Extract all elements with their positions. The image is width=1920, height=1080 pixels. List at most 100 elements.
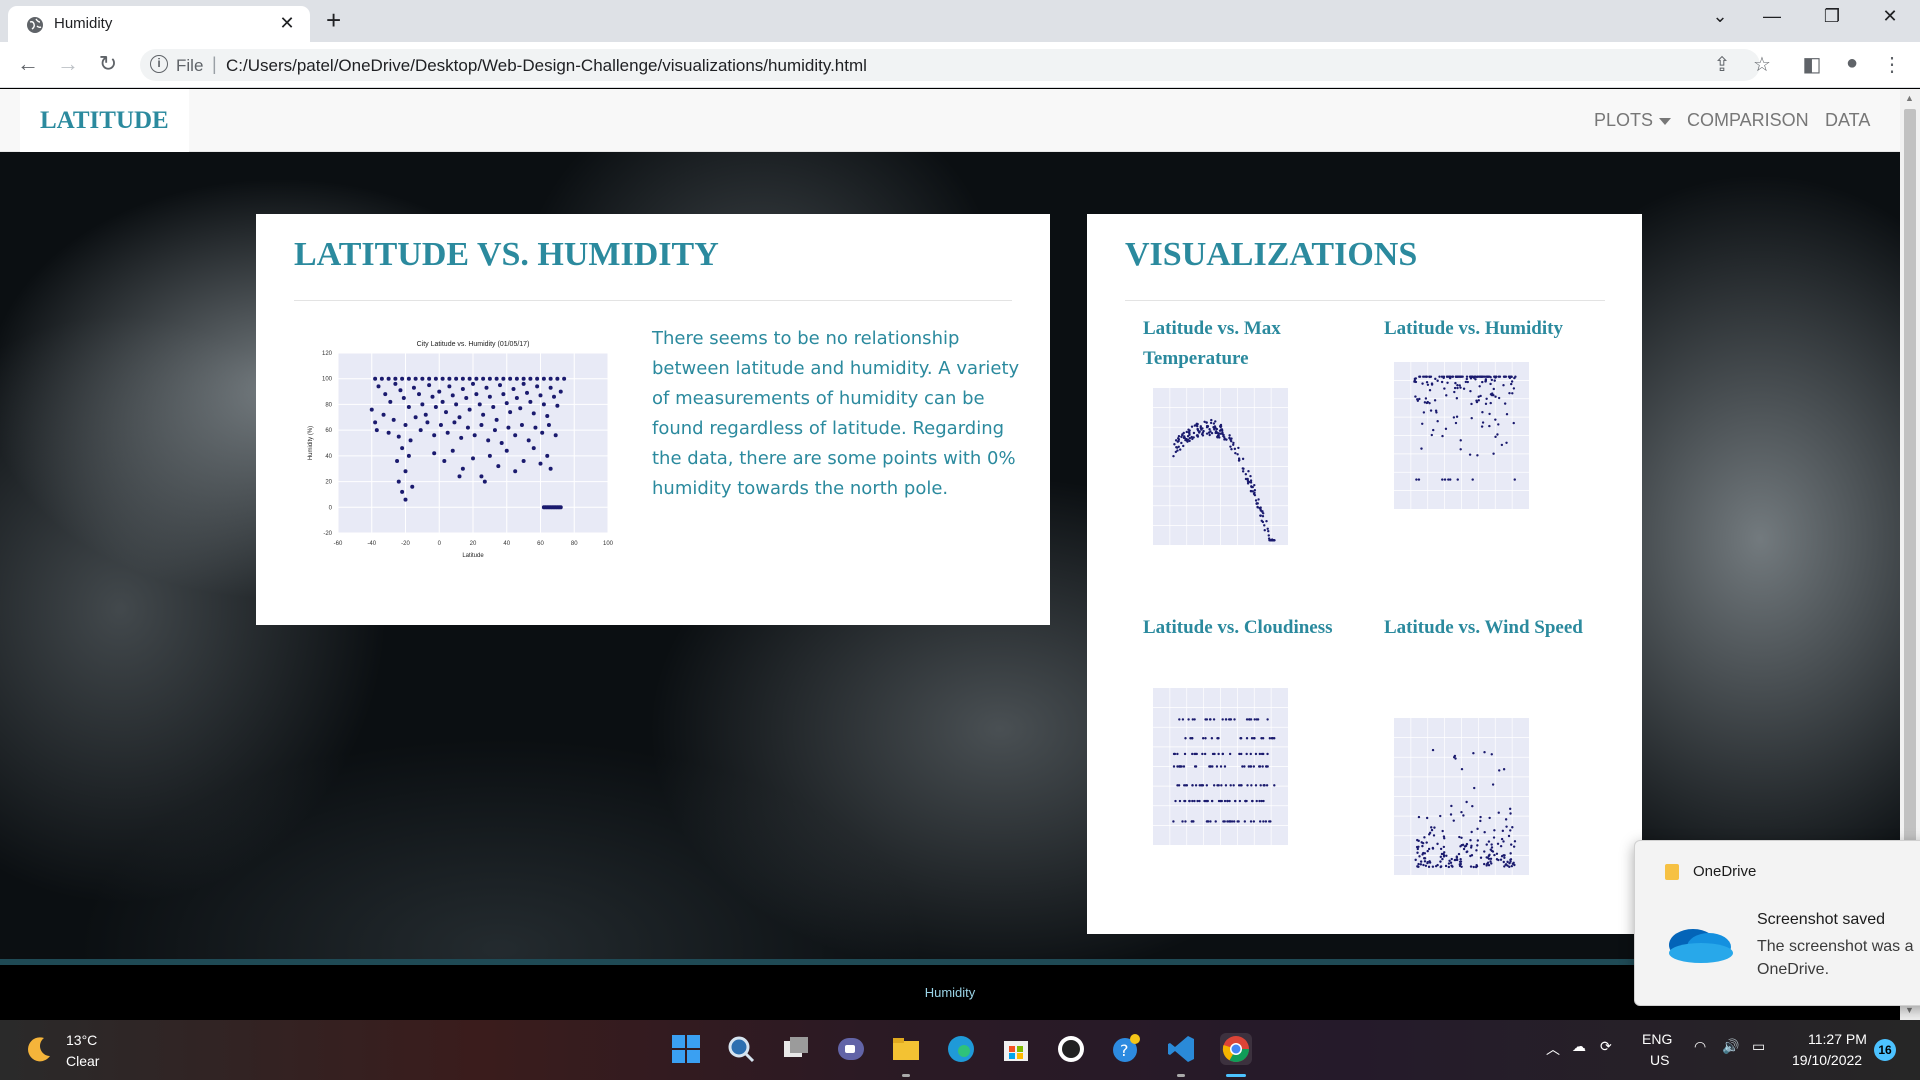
- humidity-description: There seems to be no relationship betwee…: [652, 328, 1020, 499]
- thumbnail-data-point: [1203, 752, 1207, 756]
- profile-avatar-icon[interactable]: ●: [1838, 52, 1866, 75]
- close-window-icon[interactable]: ✕: [1870, 6, 1910, 27]
- forward-arrow-icon[interactable]: →: [54, 51, 82, 77]
- chart-data-point: [432, 451, 437, 456]
- thumbnail-data-point: [1196, 428, 1199, 431]
- thumbnail-data-point: [1497, 423, 1500, 426]
- site-footer: Humidity: [0, 959, 1900, 1021]
- chart-data-point: [508, 376, 513, 381]
- thumbnail-data-point: [1424, 397, 1428, 400]
- thumbnail-data-point: [1229, 784, 1232, 787]
- thumbnail-data-point: [1426, 400, 1429, 404]
- vscode-icon[interactable]: [1165, 1033, 1197, 1065]
- volume-icon[interactable]: 🔊: [1722, 1038, 1739, 1055]
- onedrive-tray-icon[interactable]: ☁: [1572, 1038, 1586, 1055]
- battery-icon[interactable]: ▭: [1752, 1038, 1765, 1055]
- region-indicator[interactable]: US: [1650, 1052, 1669, 1068]
- more-menu-icon[interactable]: ⋮: [1878, 52, 1906, 77]
- side-panel-icon[interactable]: ◧: [1798, 52, 1826, 77]
- thumbnail-data-point: [1430, 382, 1434, 385]
- thumbnail-data-point: [1439, 847, 1443, 851]
- thumbnail-data-point: [1202, 429, 1205, 433]
- minimize-icon[interactable]: —: [1752, 6, 1792, 27]
- task-view-icon[interactable]: [780, 1033, 812, 1065]
- chart-data-point: [467, 407, 472, 412]
- edge-browser-icon[interactable]: [945, 1033, 977, 1065]
- thumbnail-data-point: [1204, 737, 1207, 740]
- site-info-icon[interactable]: i: [150, 55, 168, 73]
- back-arrow-icon[interactable]: ←: [14, 51, 42, 77]
- microsoft-store-icon[interactable]: [1000, 1033, 1032, 1065]
- nav-data[interactable]: DATA: [1825, 110, 1870, 131]
- windows-start-icon[interactable]: [670, 1033, 702, 1065]
- moon-weather-icon[interactable]: [24, 1034, 54, 1064]
- weather-condition[interactable]: Clear: [66, 1053, 99, 1069]
- sync-tray-icon[interactable]: ⟳: [1600, 1038, 1612, 1055]
- thumbnail-data-point: [1470, 416, 1473, 420]
- site-navbar: LATITUDE PLOTS COMPARISON DATA: [0, 89, 1900, 152]
- thumbnail-data-point: [1455, 375, 1458, 378]
- scroll-down-arrow-icon[interactable]: ▼: [1905, 1005, 1914, 1015]
- chart-x-axis-label: Latitude: [462, 553, 484, 559]
- thumbnail-data-point: [1445, 394, 1448, 397]
- thumbnail-data-point: [1252, 820, 1256, 823]
- viz-link-cloudiness[interactable]: Latitude vs. Cloudiness: [1143, 613, 1343, 643]
- chart-data-point: [535, 384, 540, 389]
- onedrive-notification[interactable]: OneDrive Screenshot saved The screenshot…: [1634, 840, 1920, 1006]
- thumbnail-data-point: [1250, 737, 1254, 740]
- chart-data-point: [386, 376, 391, 381]
- browser-tab-humidity[interactable]: Humidity ✕: [8, 6, 310, 42]
- restore-icon[interactable]: ❐: [1812, 6, 1852, 27]
- thumbnail-data-point: [1431, 865, 1435, 868]
- get-help-icon[interactable]: ?: [1110, 1033, 1142, 1065]
- nav-comparison[interactable]: COMPARISON: [1687, 110, 1809, 131]
- share-icon[interactable]: ⇪: [1708, 52, 1736, 77]
- thumbnail-data-point: [1440, 380, 1444, 384]
- svg-text:?: ?: [1120, 1041, 1129, 1060]
- thumbnail-data-point: [1210, 737, 1214, 740]
- thumbnail-data-point: [1419, 863, 1423, 866]
- url-text[interactable]: C:/Users/patel/OneDrive/Desktop/Web-Desi…: [226, 56, 867, 76]
- thumbnail-data-point: [1451, 375, 1455, 378]
- bookmark-star-icon[interactable]: ☆: [1748, 52, 1776, 77]
- nav-plots-dropdown[interactable]: PLOTS: [1594, 110, 1672, 131]
- thumbnail-data-point: [1478, 385, 1481, 388]
- viz-link-max-temperature[interactable]: Latitude vs. Max Temperature: [1143, 314, 1343, 374]
- chart-data-point: [531, 411, 536, 416]
- scroll-up-arrow-icon[interactable]: ▲: [1905, 93, 1914, 103]
- thumbnail-data-point: [1201, 752, 1204, 756]
- viz-link-wind-speed[interactable]: Latitude vs. Wind Speed: [1384, 613, 1584, 643]
- language-indicator[interactable]: ENG: [1642, 1031, 1672, 1047]
- thumbnail-data-point: [1485, 856, 1488, 859]
- address-bar[interactable]: i File | C:/Users/patel/OneDrive/Desktop…: [140, 49, 1760, 81]
- clock-time[interactable]: 11:27 PM: [1808, 1031, 1867, 1047]
- site-brand[interactable]: LATITUDE: [20, 89, 189, 152]
- thumbnail-data-point: [1493, 829, 1496, 832]
- toast-title: Screenshot saved: [1757, 911, 1886, 928]
- wifi-icon[interactable]: ◠: [1694, 1038, 1706, 1055]
- thumbnail-max-temperature[interactable]: [1133, 372, 1298, 567]
- clock-date[interactable]: 19/10/2022: [1792, 1052, 1862, 1068]
- thumbnail-humidity[interactable]: [1374, 346, 1539, 531]
- chart-data-point: [425, 420, 430, 425]
- notification-count-badge[interactable]: 16: [1874, 1039, 1896, 1061]
- tab-close-icon[interactable]: ✕: [276, 13, 298, 34]
- tab-search-chevron-icon[interactable]: ⌄: [1700, 6, 1740, 27]
- file-explorer-icon[interactable]: [890, 1033, 922, 1065]
- thumbnail-cloudiness[interactable]: [1133, 672, 1298, 867]
- chart-data-point: [400, 446, 405, 451]
- search-icon[interactable]: [725, 1033, 757, 1065]
- reload-icon[interactable]: ↻: [94, 51, 122, 77]
- humidity-scatter-chart[interactable]: -60 -40 -20 0 20 40 60 80 100 -20 0 20 40 60 80 100 120 C…: [296, 331, 626, 561]
- show-hidden-icons-chevron-icon[interactable]: ︿: [1546, 1039, 1560, 1059]
- chart-data-point: [474, 376, 479, 381]
- viz-link-humidity[interactable]: Latitude vs. Humidity: [1384, 314, 1584, 344]
- weather-temperature[interactable]: 13°C: [66, 1032, 97, 1048]
- github-icon[interactable]: [1055, 1033, 1087, 1065]
- teams-chat-icon[interactable]: [835, 1033, 867, 1065]
- chrome-icon[interactable]: [1220, 1033, 1252, 1065]
- new-tab-button[interactable]: +: [326, 5, 341, 36]
- thumbnail-wind-speed[interactable]: [1374, 702, 1539, 897]
- chart-data-point: [511, 387, 516, 391]
- thumbnail-data-point: [1254, 499, 1258, 502]
